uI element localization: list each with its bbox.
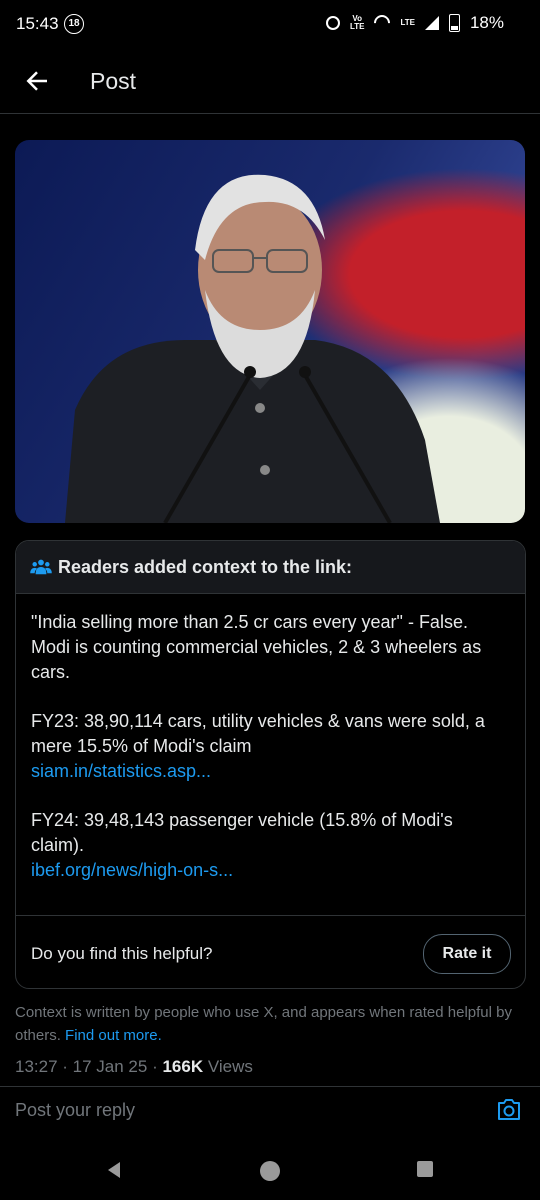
system-nav-bar [0, 1136, 540, 1200]
reply-bar: Post your reply [0, 1086, 540, 1137]
helpful-question: Do you find this helpful? [31, 944, 213, 963]
note-link-siam[interactable]: siam.in/statistics.asp... [31, 761, 211, 781]
rate-it-button[interactable]: Rate it [423, 934, 511, 974]
note-paragraph-2: FY23: 38,90,114 cars, utility vehicles &… [31, 709, 510, 784]
community-notes-body: "India selling more than 2.5 cr cars eve… [16, 594, 525, 883]
find-out-more-link[interactable]: Find out more. [65, 1027, 162, 1044]
note-paragraph-3: FY24: 39,48,143 passenger vehicle (15.8%… [31, 808, 510, 883]
battery-percent: 18% [469, 13, 504, 32]
nav-recents-icon[interactable] [416, 1160, 434, 1178]
post-image[interactable] [15, 140, 525, 523]
top-app-bar: Post [0, 52, 540, 112]
header-divider [0, 113, 540, 114]
status-icons: Vo LTE LTE 18% [325, 11, 504, 35]
alarm-icon [325, 16, 340, 30]
status-bar: 15:43 18 Vo LTE LTE 18% [0, 0, 540, 52]
post-time: 13:27 [15, 1057, 58, 1076]
people-icon [30, 559, 52, 575]
camera-icon[interactable] [496, 1098, 522, 1122]
views-label: Views [207, 1057, 253, 1076]
age-badge: 18 [64, 14, 84, 34]
volte-icon: Vo LTE [349, 14, 365, 31]
note-paragraph-1: "India selling more than 2.5 cr cars eve… [31, 612, 482, 682]
reply-input[interactable]: Post your reply [15, 1100, 135, 1121]
post-date: 17 Jan 25 [72, 1057, 148, 1076]
note-paragraph-3-text: FY24: 39,48,143 passenger vehicle (15.8%… [31, 810, 453, 855]
battery-icon [448, 14, 460, 32]
community-notes-heading: Readers added context to the link: [58, 556, 353, 577]
nav-back-icon[interactable] [104, 1160, 124, 1180]
page-title: Post [90, 68, 137, 94]
views-count: 166K [162, 1057, 204, 1076]
note-paragraph-2-text: FY23: 38,90,114 cars, utility vehicles &… [31, 711, 485, 756]
lte-signal-icon [424, 16, 439, 30]
nav-home-icon[interactable] [259, 1160, 281, 1182]
speaker-photo [65, 174, 440, 523]
helpful-row: Do you find this helpful? Rate it [16, 915, 525, 988]
post-meta: 13:27 · 17 Jan 25 · 166K Views [15, 1057, 253, 1076]
note-link-ibef[interactable]: ibef.org/news/high-on-s... [31, 860, 233, 880]
hotspot-icon [371, 11, 394, 35]
lte-label: LTE [400, 18, 415, 27]
arrow-left-icon[interactable] [22, 66, 52, 96]
community-notes-header: Readers added context to the link: [16, 541, 525, 594]
status-time: 15:43 [16, 14, 59, 33]
community-notes-card: Readers added context to the link: "Indi… [15, 540, 526, 989]
community-notes-disclaimer: Context is written by people who use X, … [15, 1001, 515, 1047]
